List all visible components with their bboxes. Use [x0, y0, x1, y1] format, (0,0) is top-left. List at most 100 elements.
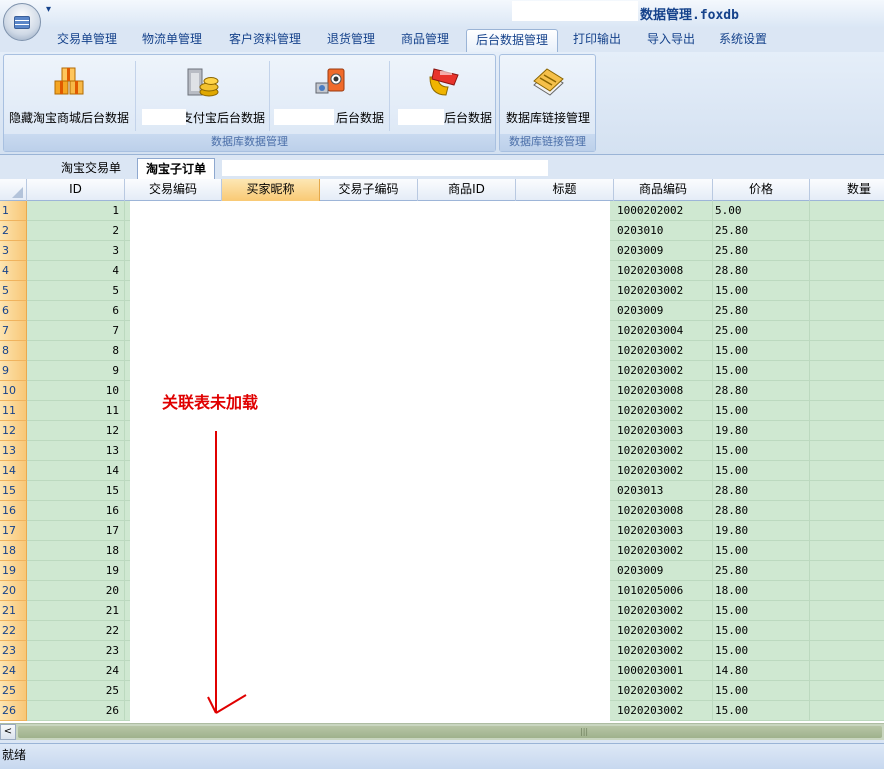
cell-quantity[interactable]: [810, 201, 884, 221]
cell-product-code[interactable]: 1020203002: [614, 601, 713, 621]
column-header-product-id[interactable]: 商品ID: [418, 179, 516, 201]
quick-access-dropdown[interactable]: ▾: [46, 4, 51, 15]
column-header-id[interactable]: ID: [27, 179, 125, 201]
column-header-price[interactable]: 价格: [713, 179, 810, 201]
cell-id[interactable]: 23: [27, 641, 125, 661]
cell-id[interactable]: 5: [27, 281, 125, 301]
select-all-corner[interactable]: [0, 179, 27, 201]
cell-price[interactable]: 15.00: [713, 361, 810, 381]
cell-price[interactable]: 25.80: [713, 561, 810, 581]
row-number[interactable]: 23: [0, 641, 27, 661]
row-number[interactable]: 18: [0, 541, 27, 561]
cell-price[interactable]: 15.00: [713, 401, 810, 421]
cell-product-code[interactable]: 1020203002: [614, 681, 713, 701]
column-header-sub-trade-code[interactable]: 交易子编码: [320, 179, 418, 201]
cell-product-code[interactable]: 0203009: [614, 241, 713, 261]
cell-price[interactable]: 15.00: [713, 621, 810, 641]
row-number[interactable]: 12: [0, 421, 27, 441]
cell-id[interactable]: 24: [27, 661, 125, 681]
row-number[interactable]: 14: [0, 461, 27, 481]
column-header-product-code[interactable]: 商品编码: [614, 179, 713, 201]
cell-price[interactable]: 15.00: [713, 441, 810, 461]
backend-data-button-2[interactable]: 后台数据: [392, 59, 496, 131]
cell-id[interactable]: 6: [27, 301, 125, 321]
data-grid[interactable]: ID 交易编码 买家昵称 交易子编码 商品ID 标题 商品编码 价格 数量 11…: [0, 179, 884, 723]
scroll-thumb[interactable]: |||: [18, 726, 882, 738]
row-number[interactable]: 15: [0, 481, 27, 501]
row-number[interactable]: 6: [0, 301, 27, 321]
tab-backend-data[interactable]: 后台数据管理: [466, 29, 558, 52]
cell-quantity[interactable]: [810, 341, 884, 361]
cell-id[interactable]: 9: [27, 361, 125, 381]
tab-trade-orders[interactable]: 交易单管理: [50, 29, 124, 52]
cell-price[interactable]: 25.80: [713, 221, 810, 241]
cell-quantity[interactable]: [810, 521, 884, 541]
cell-price[interactable]: 15.00: [713, 281, 810, 301]
cell-id[interactable]: 14: [27, 461, 125, 481]
cell-quantity[interactable]: [810, 401, 884, 421]
row-number[interactable]: 8: [0, 341, 27, 361]
row-number[interactable]: 20: [0, 581, 27, 601]
cell-price[interactable]: 25.80: [713, 301, 810, 321]
cell-product-code[interactable]: 1020203002: [614, 281, 713, 301]
cell-product-code[interactable]: 1020203002: [614, 401, 713, 421]
cell-quantity[interactable]: [810, 661, 884, 681]
cell-id[interactable]: 13: [27, 441, 125, 461]
cell-id[interactable]: 7: [27, 321, 125, 341]
cell-id[interactable]: 15: [27, 481, 125, 501]
cell-price[interactable]: 15.00: [713, 601, 810, 621]
cell-price[interactable]: 15.00: [713, 641, 810, 661]
cell-price[interactable]: 15.00: [713, 541, 810, 561]
cell-id[interactable]: 11: [27, 401, 125, 421]
cell-product-code[interactable]: 1020203002: [614, 361, 713, 381]
cell-id[interactable]: 3: [27, 241, 125, 261]
cell-price[interactable]: 28.80: [713, 261, 810, 281]
hide-tmall-backend-button[interactable]: 隐藏淘宝商城后台数据: [4, 59, 134, 131]
row-number[interactable]: 21: [0, 601, 27, 621]
cell-price[interactable]: 15.00: [713, 681, 810, 701]
cell-quantity[interactable]: [810, 221, 884, 241]
tab-customers[interactable]: 客户资料管理: [222, 29, 308, 52]
cell-quantity[interactable]: [810, 381, 884, 401]
tab-taobao-suborders[interactable]: 淘宝子订单: [137, 158, 215, 179]
cell-product-code[interactable]: 1020203002: [614, 701, 713, 721]
cell-quantity[interactable]: [810, 481, 884, 501]
cell-quantity[interactable]: [810, 601, 884, 621]
column-header-title[interactable]: 标题: [516, 179, 614, 201]
row-number[interactable]: 9: [0, 361, 27, 381]
cell-quantity[interactable]: [810, 241, 884, 261]
cell-id[interactable]: 10: [27, 381, 125, 401]
scroll-left-arrow[interactable]: <: [0, 724, 16, 740]
cell-quantity[interactable]: [810, 701, 884, 721]
column-header-trade-code[interactable]: 交易编码: [125, 179, 222, 201]
cell-product-code[interactable]: 1020203003: [614, 421, 713, 441]
db-link-manage-button[interactable]: 数据库链接管理: [500, 59, 596, 131]
cell-price[interactable]: 15.00: [713, 461, 810, 481]
cell-id[interactable]: 2: [27, 221, 125, 241]
cell-price[interactable]: 28.80: [713, 501, 810, 521]
cell-quantity[interactable]: [810, 421, 884, 441]
cell-id[interactable]: 25: [27, 681, 125, 701]
tab-products[interactable]: 商品管理: [394, 29, 456, 52]
cell-price[interactable]: 25.00: [713, 321, 810, 341]
cell-price[interactable]: 19.80: [713, 421, 810, 441]
tab-taobao-trades[interactable]: 淘宝交易单: [52, 158, 130, 179]
cell-id[interactable]: 16: [27, 501, 125, 521]
row-number[interactable]: 5: [0, 281, 27, 301]
cell-product-code[interactable]: 1020203008: [614, 501, 713, 521]
row-number[interactable]: 7: [0, 321, 27, 341]
cell-product-code[interactable]: 1020203002: [614, 461, 713, 481]
cell-price[interactable]: 25.80: [713, 241, 810, 261]
backend-data-button-1[interactable]: 后台数据: [272, 59, 388, 131]
tab-returns[interactable]: 退货管理: [320, 29, 382, 52]
alipay-backend-button[interactable]: 支付宝后台数据: [138, 59, 268, 131]
cell-price[interactable]: 19.80: [713, 521, 810, 541]
column-header-buyer-nick[interactable]: 买家昵称: [222, 179, 320, 201]
cell-quantity[interactable]: [810, 441, 884, 461]
row-number[interactable]: 17: [0, 521, 27, 541]
column-header-quantity[interactable]: 数量: [810, 179, 884, 201]
cell-product-code[interactable]: 1020203008: [614, 381, 713, 401]
cell-product-code[interactable]: 1020203002: [614, 441, 713, 461]
horizontal-scrollbar[interactable]: < |||: [0, 723, 884, 740]
tab-settings[interactable]: 系统设置: [712, 29, 774, 52]
